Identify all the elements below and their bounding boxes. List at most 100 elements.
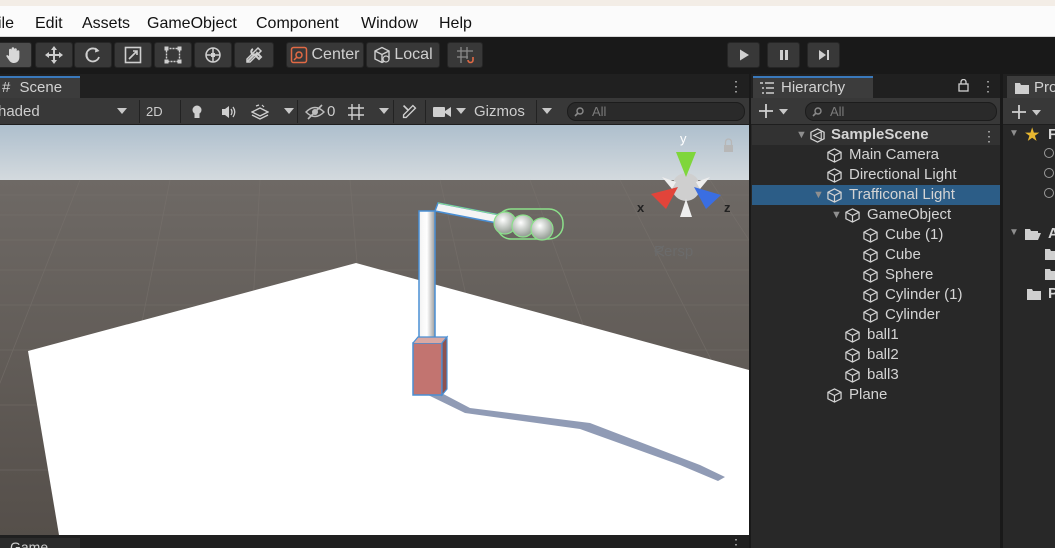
hand-tool-button[interactable] — [0, 42, 32, 68]
gizmo-z-label: z — [724, 200, 731, 215]
game-panel-menu-icon[interactable]: ⋮ — [729, 536, 743, 548]
panel-divider[interactable] — [749, 74, 751, 548]
hierarchy-item[interactable]: ▼ GameObject — [752, 205, 1000, 225]
local-space-icon — [374, 46, 391, 64]
foldout-arrow-icon[interactable]: ▼ — [831, 205, 842, 225]
lock-icon[interactable] — [958, 79, 969, 92]
scene-search-input[interactable]: All — [567, 102, 745, 121]
camera-chevron-down-icon[interactable] — [456, 108, 466, 115]
play-icon — [739, 49, 749, 61]
hierarchy-menu-icon[interactable]: ⋮ — [981, 78, 995, 95]
custom-tool-button[interactable] — [234, 42, 274, 68]
hierarchy-item[interactable]: Cylinder (1) — [752, 285, 1000, 305]
menu-file[interactable]: ile — [0, 15, 14, 33]
hierarchy-item[interactable]: ▼ Trafficonal Light — [752, 185, 1000, 205]
tab-scene[interactable]: # Scene — [0, 76, 80, 98]
hierarchy-search-input[interactable]: All — [805, 102, 997, 121]
assets-row[interactable]: ▼ A — [1003, 224, 1055, 244]
create-chevron-down-icon[interactable] — [1032, 110, 1041, 116]
hierarchy-item[interactable]: Plane — [752, 385, 1000, 405]
grid-snap-button[interactable] — [447, 42, 483, 68]
tab-project[interactable]: Pro — [1007, 76, 1055, 98]
folder-icon — [1015, 83, 1029, 94]
scene-panel-menu-icon[interactable]: ⋮ — [729, 78, 743, 95]
hidden-count: 0 — [327, 103, 336, 120]
create-menu-button[interactable] — [758, 103, 792, 120]
hierarchy-item-label: Directional Light — [849, 166, 957, 183]
open-folder-icon — [1025, 229, 1041, 240]
step-button[interactable] — [807, 42, 840, 68]
hierarchy-tab-bar: Hierarchy ⋮ — [750, 74, 1001, 98]
scene-foldout-arrow-icon[interactable]: ▼ — [796, 125, 807, 145]
panel-divider[interactable] — [1000, 74, 1003, 548]
project-tab-bar: Pro — [1003, 74, 1055, 98]
gameobject-cube-icon — [845, 368, 860, 383]
create-chevron-down-icon — [779, 109, 788, 115]
hierarchy-item[interactable]: Sphere — [752, 265, 1000, 285]
hierarchy-item[interactable]: Main Camera — [752, 145, 1000, 165]
editor-tools-toggle[interactable] — [401, 101, 418, 122]
scene-effects-toggle[interactable] — [251, 101, 269, 122]
scene-render: y x z Persp — [0, 125, 749, 535]
scene-lighting-toggle[interactable] — [189, 101, 205, 122]
hierarchy-item-label: ball3 — [867, 366, 899, 383]
favorites-row[interactable]: ▼ ★ F — [1003, 125, 1055, 145]
menu-help[interactable]: Help — [439, 15, 472, 33]
hierarchy-item[interactable]: Cube (1) — [752, 225, 1000, 245]
hierarchy-scene-row[interactable]: ▼ SampleScene ⋮ — [752, 125, 1000, 145]
menu-edit[interactable]: Edit — [35, 15, 63, 33]
menu-component[interactable]: Component — [256, 15, 339, 33]
transform-tool-button[interactable] — [194, 42, 232, 68]
gizmos-chevron-down-icon[interactable] — [542, 108, 552, 115]
camera-settings-button[interactable] — [432, 101, 452, 122]
pause-button[interactable] — [767, 42, 800, 68]
sky — [0, 125, 749, 187]
hierarchy-item[interactable]: Cube — [752, 245, 1000, 265]
scene-tab-label: Scene — [19, 79, 63, 96]
lightbulb-icon — [192, 105, 202, 118]
menu-assets[interactable]: Assets — [82, 15, 130, 33]
gameobject-cube-icon — [827, 168, 842, 183]
gameobject-cube-icon — [863, 268, 878, 283]
grid-visibility-toggle[interactable] — [347, 101, 365, 122]
hierarchy-item[interactable]: Cylinder — [752, 305, 1000, 325]
menu-window[interactable]: Window — [361, 15, 418, 33]
project-toolbar — [1003, 98, 1055, 125]
packages-label: P — [1048, 285, 1055, 302]
move-tool-button[interactable] — [35, 42, 73, 68]
pivot-mode-button[interactable]: Center — [286, 42, 364, 68]
plus-icon[interactable] — [1011, 104, 1027, 120]
tab-game[interactable]: Game — [0, 538, 80, 548]
grid-chevron-down-icon[interactable] — [379, 108, 389, 115]
hidden-objects-toggle[interactable]: 0 — [305, 101, 335, 122]
scene-row-menu-icon[interactable]: ⋮ — [982, 126, 996, 146]
projection-mode-label[interactable]: Persp — [654, 243, 693, 260]
hierarchy-item-label: Cylinder (1) — [885, 286, 963, 303]
menu-gameobject[interactable]: GameObject — [147, 15, 237, 33]
folder-icon — [1027, 289, 1041, 300]
2d-mode-toggle[interactable]: 2D — [146, 101, 172, 122]
gizmos-button[interactable]: Gizmos — [474, 101, 525, 122]
tab-hierarchy[interactable]: Hierarchy — [753, 76, 873, 98]
rotate-tool-button[interactable] — [74, 42, 112, 68]
project-panel: Pro ▼ ★ F ▼ A P — [1003, 74, 1055, 548]
hierarchy-item[interactable]: Directional Light — [752, 165, 1000, 185]
effects-chevron-down-icon[interactable] — [284, 108, 294, 115]
gameobject-cube-icon — [863, 228, 878, 243]
hierarchy-item[interactable]: ball2 — [752, 345, 1000, 365]
scale-tool-button[interactable] — [114, 42, 152, 68]
hierarchy-item[interactable]: ball3 — [752, 365, 1000, 385]
gizmos-label: Gizmos — [474, 103, 525, 120]
gameobject-cube-icon — [845, 208, 860, 223]
scene-audio-toggle[interactable] — [220, 101, 238, 122]
scene-viewport[interactable]: y x z Persp — [0, 125, 749, 535]
hierarchy-item[interactable]: ball1 — [752, 325, 1000, 345]
foldout-arrow-icon[interactable]: ▼ — [813, 185, 824, 205]
packages-row[interactable]: P — [1003, 284, 1055, 304]
rect-tool-button[interactable] — [154, 42, 192, 68]
play-button[interactable] — [727, 42, 760, 68]
pivot-rotation-button[interactable]: Local — [366, 42, 440, 68]
draw-mode-dropdown[interactable]: haded — [0, 101, 130, 122]
move-icon — [45, 46, 63, 64]
pivot-rotation-label: Local — [394, 46, 433, 63]
